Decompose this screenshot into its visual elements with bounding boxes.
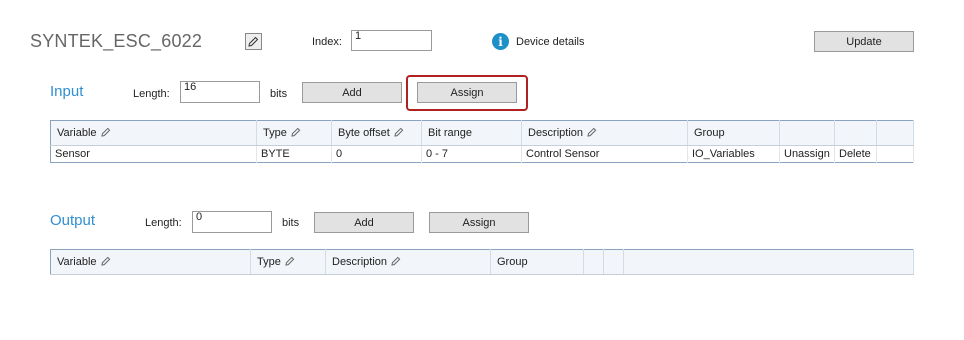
output-section-title: Output: [50, 212, 96, 229]
info-icon[interactable]: i: [492, 33, 509, 50]
col-group[interactable]: Group: [490, 249, 584, 275]
output-add-button[interactable]: Add: [314, 212, 414, 233]
pencil-icon: [587, 127, 597, 137]
col-byte-offset[interactable]: Byte offset: [331, 120, 422, 146]
cell-description: Control Sensor: [521, 145, 688, 163]
output-length-label: Length:: [145, 217, 182, 229]
delete-link[interactable]: Delete: [834, 145, 877, 163]
input-section-title: Input: [50, 83, 84, 100]
col-filler: [876, 120, 914, 146]
output-table-header: Variable Type Description Group: [50, 249, 914, 275]
input-table: Variable Type Byte offset Bit range Desc…: [50, 120, 914, 163]
cell-filler: [876, 145, 914, 163]
input-bits-label: bits: [270, 88, 288, 100]
pencil-icon: [285, 256, 295, 266]
device-details-link[interactable]: Device details: [516, 36, 584, 48]
index-input[interactable]: 1: [351, 30, 432, 51]
col-description[interactable]: Description: [521, 120, 688, 146]
pencil-icon: [100, 256, 110, 266]
input-table-header: Variable Type Byte offset Bit range Desc…: [50, 120, 914, 146]
col-bit-range[interactable]: Bit range: [421, 120, 522, 146]
cell-type: BYTE: [256, 145, 332, 163]
device-name: SYNTEK_ESC_6022: [30, 31, 203, 51]
output-length-value: 0: [196, 211, 203, 223]
pencil-icon: [248, 36, 259, 47]
cell-bit-range: 0 - 7: [421, 145, 522, 163]
output-table: Variable Type Description Group: [50, 249, 914, 275]
output-bits-label: bits: [282, 217, 300, 229]
unassign-link[interactable]: Unassign: [779, 145, 835, 163]
index-value: 1: [355, 30, 362, 42]
update-button[interactable]: Update: [814, 31, 914, 52]
col-variable[interactable]: Variable: [50, 120, 257, 146]
col-filler: [623, 249, 914, 275]
input-length-field[interactable]: 16: [180, 81, 260, 103]
output-assign-button[interactable]: Assign: [429, 212, 529, 233]
input-add-button[interactable]: Add: [302, 82, 402, 103]
output-length-field[interactable]: 0: [192, 211, 272, 233]
input-length-label: Length:: [133, 88, 170, 100]
input-length-value: 16: [184, 81, 197, 93]
col-description[interactable]: Description: [325, 249, 491, 275]
pencil-icon: [391, 256, 401, 266]
cell-variable: Sensor: [50, 145, 257, 163]
col-variable[interactable]: Variable: [50, 249, 251, 275]
input-assign-button[interactable]: Assign: [417, 82, 517, 103]
col-action-1: [583, 249, 604, 275]
edit-device-button[interactable]: [245, 33, 262, 50]
pencil-icon: [291, 127, 301, 137]
cell-byte-offset: 0: [331, 145, 422, 163]
cell-group: IO_Variables: [687, 145, 780, 163]
col-action-2: [834, 120, 877, 146]
col-type[interactable]: Type: [256, 120, 332, 146]
table-row[interactable]: Sensor BYTE 0 0 - 7 Control Sensor IO_Va…: [50, 145, 914, 163]
col-type[interactable]: Type: [250, 249, 326, 275]
pencil-icon: [394, 127, 404, 137]
pencil-icon: [100, 127, 110, 137]
col-group[interactable]: Group: [687, 120, 780, 146]
col-action-2: [603, 249, 624, 275]
index-label: Index:: [312, 36, 342, 48]
col-action-1: [779, 120, 835, 146]
